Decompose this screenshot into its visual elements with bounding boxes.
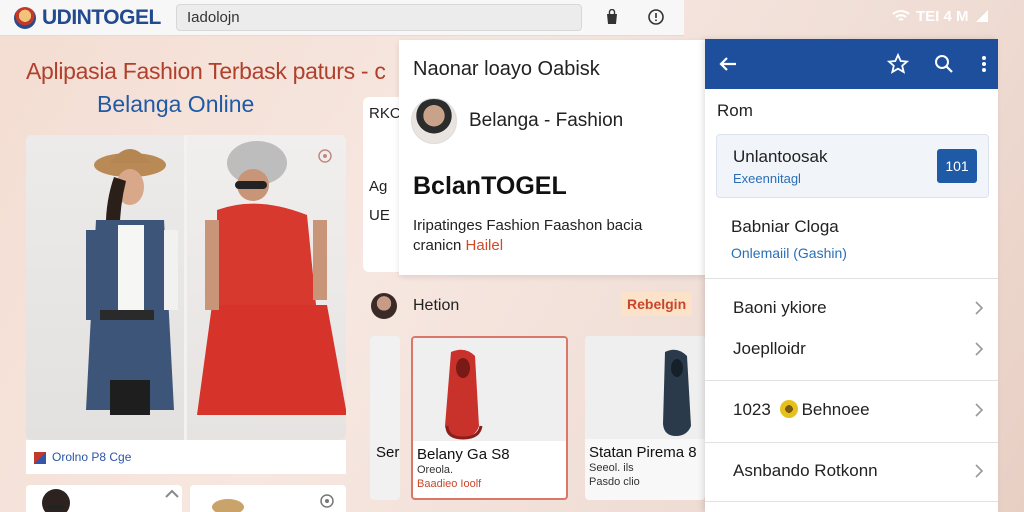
list-item[interactable]: Asnbando Rotkonn (705, 451, 998, 491)
thumbnail-card[interactable] (190, 485, 346, 512)
brand-description: Iripatinges Fashion Faashon bacia cranic… (413, 216, 693, 256)
hero-photo-card[interactable] (26, 135, 346, 440)
promo-tag[interactable]: Rebelgin (621, 292, 693, 316)
section-title: Rom (717, 101, 753, 120)
hero-photo-caption: Orolno P8 Cge (26, 440, 346, 474)
browser-toolbar: UDINTOGEL Iadolojn (0, 0, 684, 36)
site-logo[interactable]: UDINTOGEL (14, 6, 161, 30)
divider (705, 442, 998, 443)
category-avatar (371, 293, 397, 319)
hero-title: Aplipasia Fashion Terbask paturs - c (26, 58, 386, 84)
product-subtitle: Oreola. (417, 464, 454, 476)
trend-count: 1023 (733, 400, 771, 419)
featured-title: Unlantoosak (733, 147, 828, 166)
fashion-category-row[interactable]: Hetion Rebelgin (363, 280, 705, 332)
star-icon[interactable] (887, 53, 909, 75)
brand-accent-link[interactable]: Hailel (466, 237, 504, 254)
product-name: Ser (376, 444, 400, 461)
logo-emblem-icon (14, 6, 36, 29)
divider (705, 278, 998, 279)
model-photo-denim (26, 135, 184, 440)
signal-icon (975, 10, 988, 22)
product-subtitle: Seeol. ils (589, 462, 634, 474)
partial-text: UE (369, 207, 390, 224)
more-vert-icon[interactable] (973, 53, 995, 75)
brand-title: BclanTOGEL (413, 172, 567, 200)
list-item-label: Baoni ykiore (733, 298, 827, 317)
profile-name: Belanga - Fashion (469, 110, 624, 131)
option-item[interactable]: Babniar Cloga Onlemaiil (Gashin) (731, 217, 847, 261)
product-name: Belany Ga S8 (417, 446, 510, 463)
trend-word: Behnoee (801, 400, 870, 419)
divider (705, 380, 998, 381)
trend-badge-icon (779, 400, 798, 418)
product-image (585, 336, 705, 439)
brand-description-line: cranicn Hailel (413, 236, 693, 256)
model-thumbnail (42, 489, 179, 512)
option-subtitle: Onlemaiil (Gashin) (731, 245, 847, 261)
dark-sneaker-image (663, 349, 691, 436)
status-text: TEI 4 M (916, 7, 969, 25)
mobile-app-panel: Rom Unlantoosak Exeennitagl 101 Babniar … (705, 39, 998, 512)
product-card[interactable]: Belany Ga S8 Oreola. Baadieo Ioolf (411, 336, 568, 500)
logo-text: UDINTOGEL (42, 5, 161, 29)
search-input[interactable]: Iadolojn (176, 4, 582, 31)
product-name: Statan Pirema 8 (589, 444, 697, 461)
product-card[interactable]: Statan Pirema 8 Seeol. ils Pasdo clio (585, 336, 705, 500)
wifi-icon (892, 10, 910, 21)
share-icon (165, 489, 179, 498)
store-profile-panel: Naonar loayo Oabisk Belanga - Fashion Bc… (399, 40, 705, 275)
back-arrow-icon[interactable] (717, 53, 739, 75)
list-item-label: 1023 Behnoee (733, 400, 870, 420)
store-profile[interactable]: Belanga - Fashion (411, 98, 623, 144)
background-card: RKO Ag UE (363, 97, 403, 272)
option-title: Babniar Cloga (731, 217, 839, 236)
info-icon[interactable] (648, 9, 664, 25)
featured-item-card[interactable]: Unlantoosak Exeennitagl 101 (716, 134, 989, 198)
featured-subtitle: Exeennitagl (733, 171, 801, 186)
hero-subtitle: Belanga Online (97, 91, 255, 117)
product-image (413, 338, 566, 441)
thumbnail-card[interactable] (26, 485, 182, 512)
list-item[interactable]: Baoni ykiore (705, 288, 998, 328)
partial-text: RKO (369, 105, 402, 122)
app-bar (705, 39, 998, 89)
list-item-label: Joeplloidr (733, 339, 806, 358)
category-label: Hetion (413, 297, 460, 314)
list-item-label: Asnbando Rotkonn (733, 461, 878, 480)
model-photo-red-dress (187, 135, 346, 440)
caption-text: Orolno P8 Cge (52, 450, 132, 464)
red-sneaker-image (445, 349, 483, 440)
shopping-bag-icon[interactable] (604, 9, 620, 25)
status-bar: TEI 4 M (892, 7, 1012, 25)
favorite-toggle-icon[interactable] (318, 149, 332, 163)
count-badge[interactable]: 101 (937, 149, 977, 183)
brand-description-text: cranicn (413, 237, 462, 254)
divider (705, 501, 998, 502)
chevron-right-icon (975, 342, 984, 356)
partial-text: Ag (369, 178, 388, 195)
chevron-right-icon (975, 403, 984, 417)
store-icon (34, 451, 46, 464)
model-thumbnail (212, 494, 334, 512)
avatar (411, 98, 457, 144)
list-item[interactable]: Joeplloidr (705, 329, 998, 369)
chevron-right-icon (975, 301, 984, 315)
panel-header: Naonar loayo Oabisk (413, 58, 600, 80)
chevron-right-icon (975, 464, 984, 478)
list-item[interactable]: 1023 Behnoee (705, 390, 998, 430)
search-icon[interactable] (933, 53, 955, 75)
product-price: Baadieo Ioolf (417, 478, 482, 490)
product-card[interactable]: Ser (370, 336, 400, 500)
product-price: Pasdo clio (589, 476, 640, 488)
brand-description-line: Iripatinges Fashion Faashon bacia (413, 217, 643, 234)
